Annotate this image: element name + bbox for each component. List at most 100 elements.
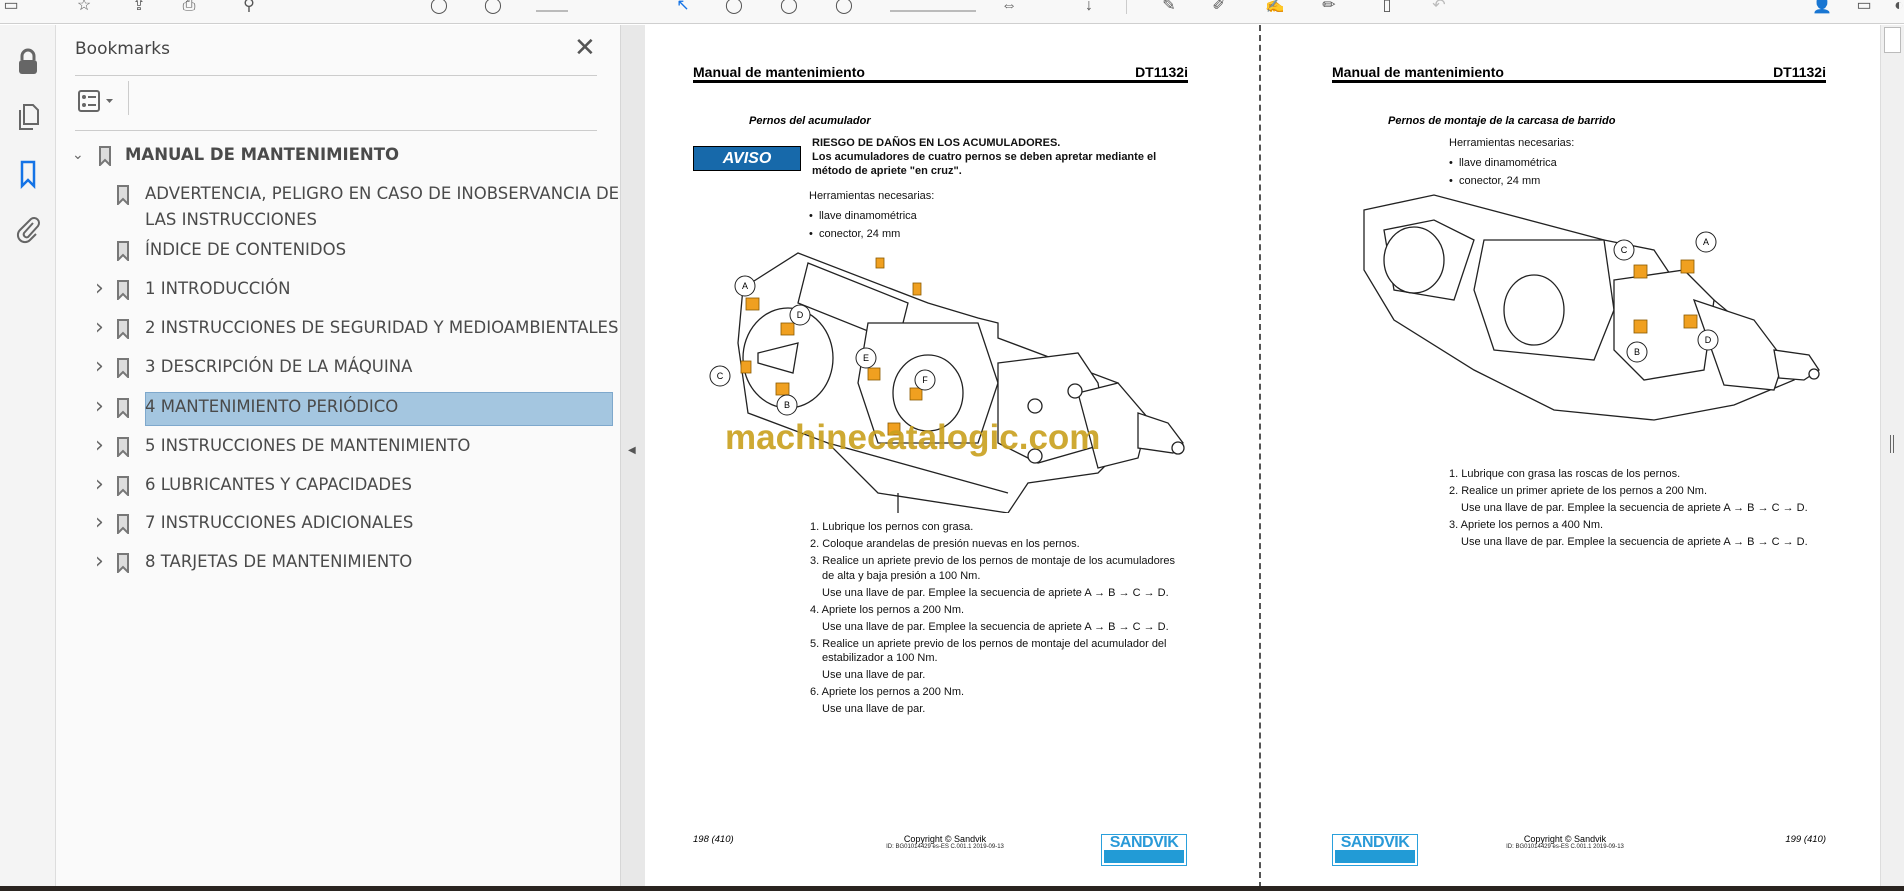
bookmark-label: 2 INSTRUCCIONES DE SEGURIDAD Y MEDIOAMBI… [145, 318, 619, 337]
page-separator [1259, 25, 1261, 888]
undo-icon[interactable]: ↶ [1430, 0, 1448, 14]
instruction-step: Use una llave de par. Emplee la secuenci… [822, 586, 1169, 599]
bookmark-options-icon[interactable] [77, 88, 121, 116]
fit-page-icon[interactable]: ⇔ [1000, 0, 1018, 14]
bookmark-flag-icon [117, 437, 129, 457]
sandvik-logo: SANDVIK [1101, 834, 1187, 866]
chevron-down-icon[interactable]: ⌄ [72, 142, 86, 168]
chevron-right-icon[interactable]: › [95, 315, 109, 341]
attachment-icon[interactable] [14, 215, 42, 245]
delete-icon[interactable]: ▯ [1378, 0, 1396, 14]
chevron-right-icon[interactable]: › [95, 276, 109, 302]
zoom-input[interactable] [890, 10, 976, 12]
main-toolbar: ▭ ☆ ⇪ ⎙ ⚲ ◯ ◯ ↖ ◯ ◯ ◯ ⇔ ↓ ✎ ✐ ✍ ✏ ▯ ↶ 👤 … [0, 0, 1904, 24]
page-number: 198 (410) [693, 834, 734, 845]
upload-icon[interactable]: ⇪ [130, 0, 148, 14]
tool-item: • llave dinamométrica [809, 210, 917, 222]
toolbar-divider [1126, 0, 1127, 14]
share-user-icon[interactable]: 👤 [1812, 0, 1830, 14]
scroll-icon[interactable]: ↓ [1080, 0, 1098, 14]
search-icon[interactable]: ⚲ [240, 0, 258, 14]
figure-label: B [1634, 347, 1640, 357]
mail-icon[interactable]: ▭ [1855, 0, 1873, 14]
tool-item: • conector, 24 mm [1449, 175, 1541, 187]
bookmark-flag-icon [99, 146, 111, 166]
figure-label: A [742, 281, 748, 291]
instruction-step: 4. Apriete los pernos a 200 Nm. [810, 603, 965, 616]
draw-icon[interactable]: ✍ [1265, 0, 1283, 14]
chevron-right-icon[interactable]: › [95, 510, 109, 536]
instruction-step: 2. Coloque arandelas de presión nuevas e… [810, 538, 1080, 550]
tool-item: • conector, 24 mm [809, 228, 901, 240]
figure-label: C [1621, 245, 1628, 255]
hand-tool-icon[interactable]: ◯ [725, 0, 743, 14]
figure-label: A [1703, 237, 1709, 247]
copyright: Copyright © Sandvik ID: BG01014429 es-ES … [1506, 834, 1624, 850]
bookmark-flag-icon [117, 476, 129, 496]
instruction-step: 6. Apriete los pernos a 200 Nm. [810, 686, 965, 698]
vertical-scrollbar[interactable] [1880, 25, 1904, 888]
scrollbar-thumb[interactable] [1884, 27, 1901, 53]
panel-toggle-icon[interactable] [1890, 435, 1894, 453]
bookmark-flag-icon [117, 358, 129, 378]
instruction-step: 5. Realice un apriete previo de los pern… [810, 637, 1167, 650]
tool-item: • llave dinamométrica [1449, 157, 1557, 169]
header-title: Manual de mantenimiento [1332, 64, 1504, 80]
copyright: Copyright © Sandvik ID: BG01014429 es-ES … [886, 834, 1004, 850]
bookmark-label: 3 DESCRIPCIÓN DE LA MÁQUINA [145, 357, 413, 376]
chevron-right-icon[interactable]: › [95, 394, 109, 420]
select-tool-icon[interactable]: ↖ [674, 0, 692, 14]
instruction-step: 1. Lubrique con grasa las roscas de los … [1449, 468, 1681, 480]
more-icon[interactable]: ◐ [1890, 0, 1904, 14]
header-title: Manual de mantenimiento [693, 64, 865, 80]
highlight-icon[interactable]: ✐ [1210, 0, 1228, 14]
bookmark-icon[interactable] [14, 159, 42, 189]
lock-icon[interactable] [14, 47, 42, 77]
divider [75, 130, 597, 131]
zoom-in-icon[interactable]: ◯ [835, 0, 853, 14]
divider [128, 81, 129, 115]
bookmark-label: ÍNDICE DE CONTENIDOS [145, 240, 347, 259]
text-icon[interactable]: ✏ [1320, 0, 1338, 14]
page-number-input[interactable] [536, 10, 568, 12]
watermark: machinecatalogic.com [725, 418, 1101, 457]
comment-icon[interactable]: ✎ [1160, 0, 1178, 14]
figure-label: C [717, 371, 724, 381]
collapse-panel-icon[interactable]: ◀ [628, 445, 636, 456]
pages-icon[interactable] [14, 102, 42, 132]
chevron-right-icon[interactable]: › [95, 354, 109, 380]
home-icon[interactable]: ▭ [2, 0, 20, 14]
instruction-step: Use una llave de par. Emplee la secuenci… [1461, 502, 1808, 514]
bookmark-label: 8 TARJETAS DE MANTENIMIENTO [145, 552, 413, 571]
instruction-step: Use una llave de par. Emplee la secuenci… [1461, 536, 1808, 548]
star-icon[interactable]: ☆ [75, 0, 93, 14]
chevron-right-icon[interactable]: › [95, 549, 109, 575]
navigation-rail [0, 25, 56, 888]
header-model: DT1132i [1773, 64, 1826, 80]
panel-title: Bookmarks [75, 39, 170, 59]
notice-text: Los acumuladores de cuatro pernos se deb… [812, 151, 1157, 163]
instruction-step: 2. Realice un primer apriete de los pern… [1449, 485, 1708, 497]
instruction-step: Use una llave de par. Emplee la secuenci… [822, 620, 1169, 633]
bookmark-flag-icon [117, 553, 129, 573]
zoom-out-icon[interactable]: ◯ [780, 0, 798, 14]
instruction-step: 1. Lubrique los pernos con grasa. [810, 521, 974, 533]
bookmark-flag-icon [117, 185, 129, 205]
prev-page-icon[interactable]: ◯ [430, 0, 448, 14]
bookmark-flag-icon [117, 398, 129, 418]
tools-label: Herramientas necesarias: [1449, 137, 1575, 149]
close-icon[interactable]: ✕ [574, 33, 596, 63]
chevron-right-icon[interactable]: › [95, 472, 109, 498]
notice-title: RIESGO DE DAÑOS EN LOS ACUMULADORES. [812, 137, 1061, 149]
instruction-step: 3. Apriete los pernos a 400 Nm. [1449, 519, 1604, 531]
panel-splitter[interactable]: ◀ [620, 25, 645, 888]
sandvik-logo: SANDVIK [1332, 834, 1418, 866]
bookmark-label: 6 LUBRICANTES Y CAPACIDADES [145, 475, 412, 494]
print-icon[interactable]: ⎙ [180, 0, 198, 14]
tools-label: Herramientas necesarias: [809, 190, 935, 202]
header-rule [1332, 80, 1826, 83]
chevron-right-icon[interactable]: › [95, 433, 109, 459]
divider [75, 75, 597, 76]
notice-text: método de apriete "en cruz". [812, 165, 962, 177]
next-page-icon[interactable]: ◯ [484, 0, 502, 14]
